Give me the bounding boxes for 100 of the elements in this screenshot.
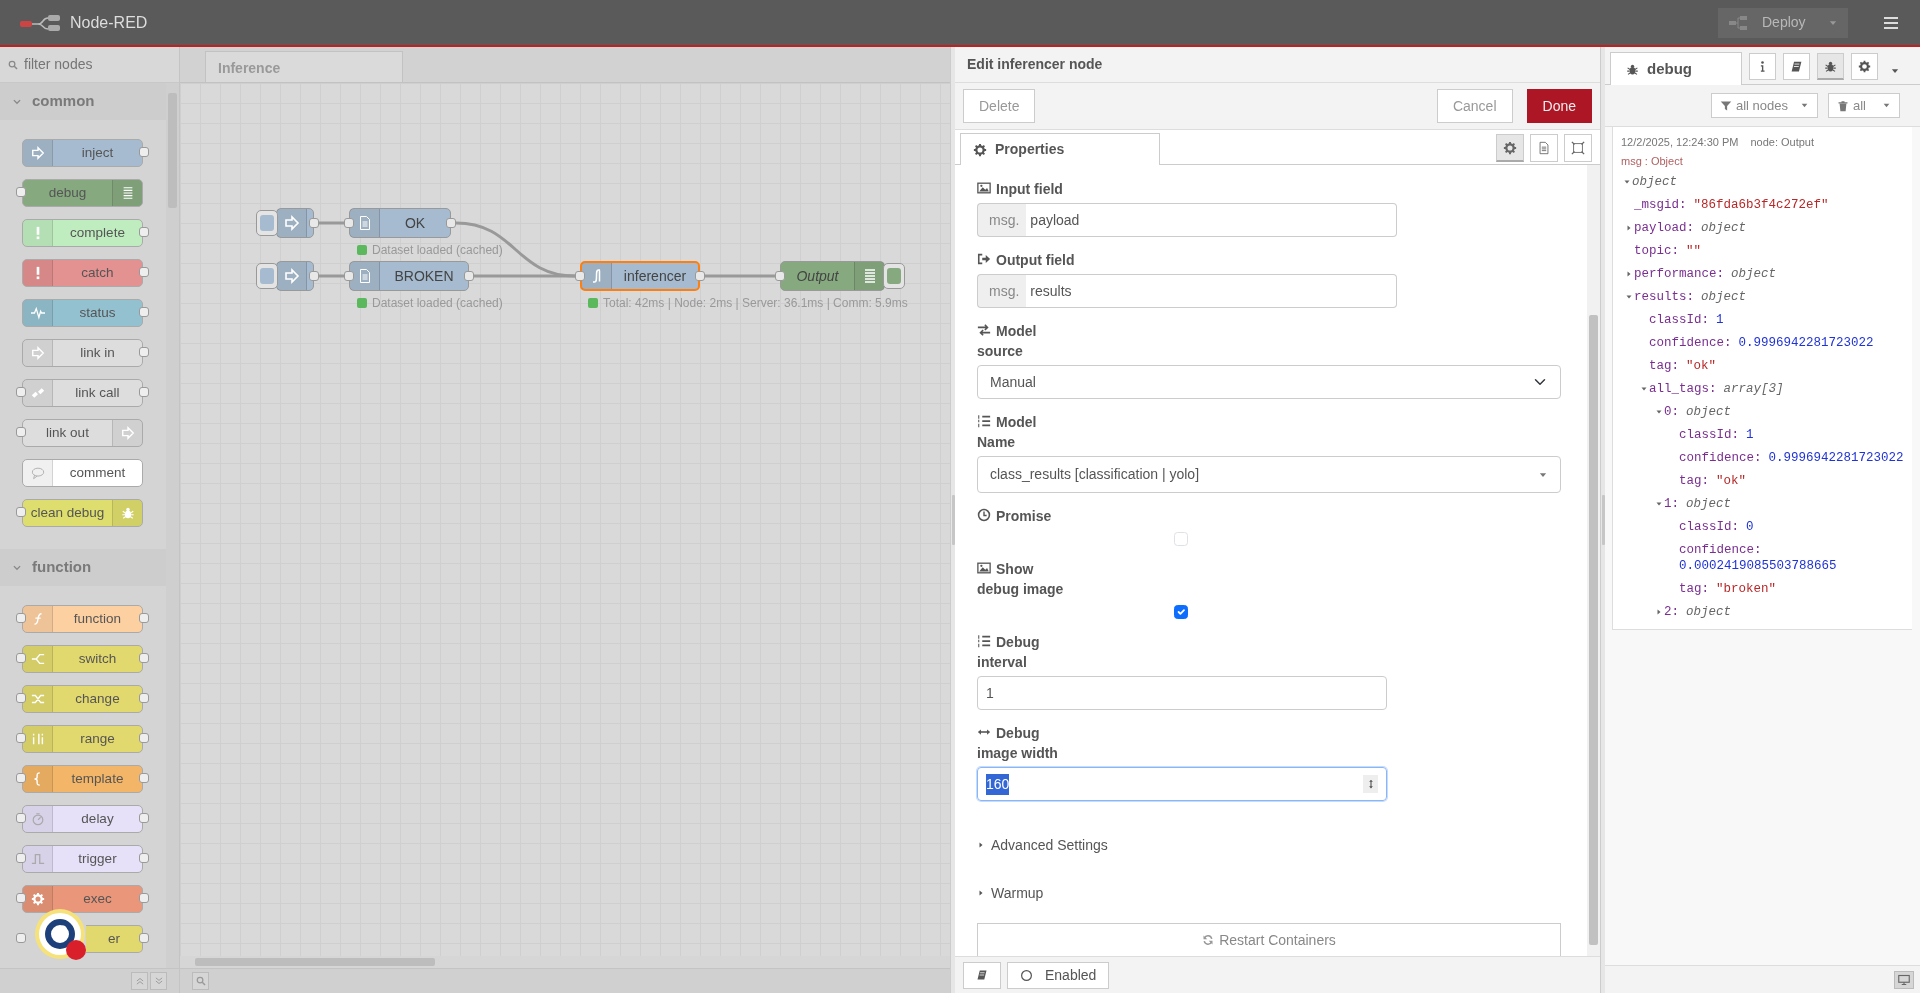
palette-node[interactable]: link call [22,379,143,407]
tree-node[interactable]: results: object [1621,285,1904,308]
filter-field[interactable]: filter nodes [0,47,179,83]
properties-tab[interactable]: Properties [960,133,1160,165]
palette-node[interactable]: er [86,925,143,953]
panel-button[interactable] [1564,134,1592,162]
tree-node[interactable]: 0: object [1621,400,1904,423]
flow-canvas[interactable]: OK BROKEN inferencer Output Dataset loaded (cached) Dataset loaded (cached) Total: 42ms | Node: 2ms | Server: 36.1ms | Comm: 5.9ms [180,83,950,956]
tree-node[interactable]: 1: object [1621,492,1904,515]
output-port[interactable] [139,267,149,277]
scrollbar-track[interactable] [1587,165,1600,956]
palette-node[interactable]: function [22,605,143,633]
select-field[interactable]: Manual [977,365,1561,399]
output-port[interactable] [464,271,474,281]
tree-node[interactable]: all_tags: array[3] [1621,377,1904,400]
palette-node[interactable]: clean debug [22,499,143,527]
input-port[interactable] [16,507,26,517]
menu-button[interactable] [1882,14,1900,31]
input-port[interactable] [344,218,354,228]
output-port[interactable] [139,387,149,397]
palette-node[interactable]: change [22,685,143,713]
cancel-button[interactable]: Cancel [1436,89,1513,123]
flow-node[interactable]: Output [780,261,885,291]
node-toggle-button[interactable] [256,263,278,289]
search-button[interactable] [192,972,209,990]
palette-node[interactable]: comment [22,459,143,487]
input-port[interactable] [575,271,585,281]
output-port[interactable] [139,853,149,863]
panel-button[interactable] [1496,134,1524,162]
palette-node[interactable]: link out [22,419,143,447]
flow-node[interactable] [276,261,314,291]
output-port[interactable] [139,933,149,943]
filter-input[interactable]: filter nodes [22,53,162,76]
input-port[interactable] [16,427,26,437]
output-port[interactable] [139,733,149,743]
flow-node[interactable]: BROKEN [349,261,469,291]
done-button[interactable]: Done [1526,89,1592,123]
output-port[interactable] [139,693,149,703]
output-port[interactable] [139,773,149,783]
palette-node[interactable]: catch [22,259,143,287]
palette-node[interactable]: status [22,299,143,327]
expand-all-button[interactable] [150,972,167,990]
number-field[interactable]: 160 [977,767,1387,801]
flow-node[interactable]: OK [349,208,451,238]
palette-node[interactable]: debug [22,179,143,207]
output-port[interactable] [139,227,149,237]
output-port[interactable] [695,271,705,281]
tree-node[interactable]: object [1621,170,1904,193]
input-port[interactable] [16,653,26,663]
resize-handle[interactable] [1600,47,1605,993]
palette-node[interactable]: link in [22,339,143,367]
palette-node[interactable]: switch [22,645,143,673]
output-port[interactable] [309,271,319,281]
clear-button[interactable]: all [1828,93,1900,118]
enabled-toggle[interactable]: Enabled [1007,961,1110,989]
tree-node[interactable]: 2: object [1621,600,1904,623]
output-port[interactable] [139,307,149,317]
filter-button[interactable]: all nodes [1710,93,1818,118]
monitor-button[interactable] [1894,970,1914,989]
output-port[interactable] [139,347,149,357]
panel-button[interactable] [1530,134,1558,162]
input-port[interactable] [16,773,26,783]
palette-node[interactable]: range [22,725,143,753]
output-port[interactable] [139,653,149,663]
debug-tab[interactable]: debug [1610,52,1742,85]
checkbox[interactable] [1174,605,1188,619]
input-port[interactable] [16,387,26,397]
palette-node[interactable]: exec [22,885,143,913]
node-toggle-button[interactable] [256,210,278,236]
input-port[interactable] [16,187,26,197]
output-port[interactable] [139,813,149,823]
tree-node[interactable]: payload: object [1621,216,1904,239]
tree-node[interactable]: performance: object [1621,262,1904,285]
palette-node[interactable]: inject [22,139,143,167]
input-port[interactable] [16,733,26,743]
input-port[interactable] [16,813,26,823]
input-port[interactable] [16,693,26,703]
section-toggle[interactable]: Warmup [977,883,1565,903]
input-port[interactable] [775,271,785,281]
output-port[interactable] [309,218,319,228]
output-port[interactable] [446,218,456,228]
input-port[interactable] [344,271,354,281]
palette-node[interactable]: trigger [22,845,143,873]
resize-handle[interactable] [950,47,955,993]
scrollbar-thumb[interactable] [1589,315,1598,945]
dropdown-field[interactable]: class_results [classification | yolo] [977,456,1561,493]
output-port[interactable] [139,147,149,157]
scrollbar-track[interactable] [166,83,179,968]
flow-node[interactable] [276,208,314,238]
delete-button[interactable]: Delete [963,89,1036,123]
palette-node[interactable]: complete [22,219,143,247]
output-port[interactable] [139,893,149,903]
flow-node[interactable]: inferencer [580,261,700,291]
input-port[interactable] [16,933,26,943]
scrollbar-thumb[interactable] [195,958,435,966]
sidebar-button[interactable] [1749,53,1776,80]
node-toggle-button[interactable] [883,263,905,289]
palette-node[interactable]: template [22,765,143,793]
input-port[interactable] [16,853,26,863]
input-field[interactable]: 1 [977,676,1387,710]
